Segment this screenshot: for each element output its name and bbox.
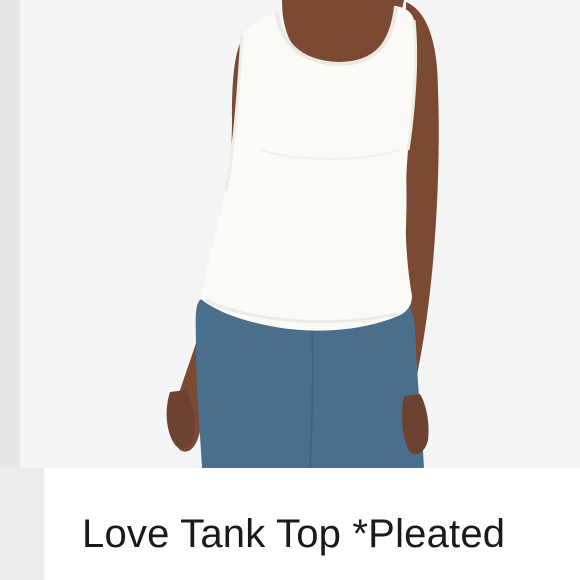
left-margin	[0, 468, 44, 580]
product-photo[interactable]	[20, 0, 580, 468]
previous-photo-edge[interactable]	[0, 0, 20, 468]
product-title[interactable]: Love Tank Top *Pleated	[82, 508, 505, 560]
listing-screen: Love Tank Top *Pleated	[0, 0, 580, 580]
model-illustration	[20, 0, 580, 468]
